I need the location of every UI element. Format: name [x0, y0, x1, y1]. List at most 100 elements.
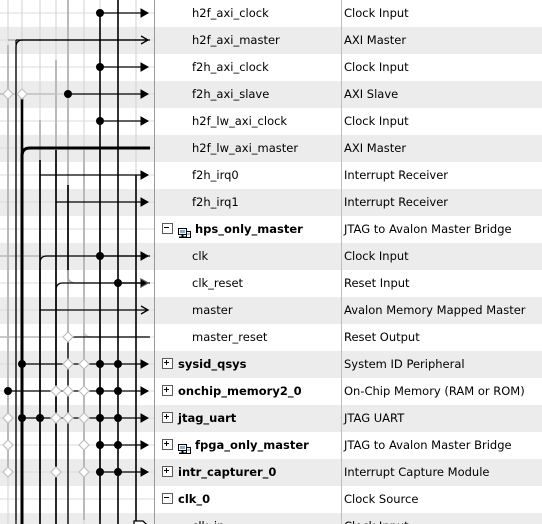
row-connection-gutter[interactable] — [0, 81, 155, 108]
system-contents-connections-panel: h2f_axi_clock Clock Input h2f_axi_master AX… — [0, 0, 542, 524]
table-row[interactable]: clk Clock Input — [0, 243, 542, 270]
table-row[interactable]: master_reset Reset Output — [0, 324, 542, 351]
row-description-cell: Interrupt Receiver — [344, 195, 449, 209]
table-row[interactable]: clk_0 Clock Source — [0, 486, 542, 513]
row-name-label: master — [192, 303, 233, 317]
collapse-icon[interactable] — [162, 223, 173, 234]
row-connection-gutter[interactable] — [0, 378, 155, 405]
row-name-label: intr_capturer_0 — [178, 465, 277, 479]
row-name-label: f2h_axi_clock — [192, 60, 269, 74]
module-name-cell[interactable]: jtag_uart — [155, 405, 347, 432]
row-description-cell: Interrupt Receiver — [344, 168, 449, 182]
table-row[interactable]: f2h_irq0 Interrupt Receiver — [0, 162, 542, 189]
table-row[interactable]: f2h_axi_clock Clock Input — [0, 54, 542, 81]
row-description-cell: Clock Input — [344, 60, 409, 74]
module-name-cell[interactable]: clk_0 — [155, 486, 347, 513]
connections-table[interactable]: h2f_axi_clock Clock Input h2f_axi_master AX… — [0, 0, 542, 524]
table-row[interactable]: intr_capturer_0 Interrupt Capture Module — [0, 459, 542, 486]
expand-icon[interactable] — [162, 385, 173, 396]
row-connection-gutter[interactable] — [0, 324, 155, 351]
module-name-cell[interactable]: hps_only_master — [155, 216, 347, 243]
row-name-label: f2h_axi_slave — [192, 87, 270, 101]
expand-icon[interactable] — [162, 466, 173, 477]
row-name-label: f2h_irq1 — [192, 195, 239, 209]
row-connection-gutter[interactable] — [0, 162, 155, 189]
table-row[interactable]: h2f_axi_clock Clock Input — [0, 0, 542, 27]
row-connection-gutter[interactable] — [0, 108, 155, 135]
table-row[interactable]: master Avalon Memory Mapped Master — [0, 297, 542, 324]
row-name-label: clk — [192, 249, 209, 263]
row-connection-gutter[interactable] — [0, 297, 155, 324]
row-connection-gutter[interactable] — [0, 189, 155, 216]
table-row[interactable]: fpga_only_master JTAG to Avalon Master Br… — [0, 432, 542, 459]
expand-icon[interactable] — [162, 439, 173, 450]
row-connection-gutter[interactable] — [0, 27, 155, 54]
row-name-label: h2f_axi_clock — [192, 6, 269, 20]
row-connection-gutter[interactable] — [0, 135, 155, 162]
row-connection-gutter[interactable] — [0, 270, 155, 297]
row-description-cell: Reset Input — [344, 276, 410, 290]
row-description-cell: On-Chip Memory (RAM or ROM) — [344, 384, 525, 398]
module-name-cell[interactable]: onchip_memory2_0 — [155, 378, 347, 405]
row-name-label: sysid_qsys — [178, 357, 247, 371]
graph-column-separator — [154, 0, 155, 524]
row-connection-gutter[interactable] — [0, 54, 155, 81]
row-connection-gutter[interactable] — [0, 405, 155, 432]
row-description-cell: Avalon Memory Mapped Master — [344, 303, 526, 317]
table-row[interactable]: f2h_axi_slave AXI Slave — [0, 81, 542, 108]
module-name-cell[interactable]: sysid_qsys — [155, 351, 347, 378]
row-description-cell: JTAG to Avalon Master Bridge — [344, 222, 512, 236]
table-row[interactable]: f2h_irq1 Interrupt Receiver — [0, 189, 542, 216]
row-description-cell: Clock Input — [344, 6, 409, 20]
row-connection-gutter[interactable] — [0, 432, 155, 459]
row-connection-gutter[interactable] — [0, 0, 155, 27]
row-description-cell: Clock Input — [342, 513, 542, 524]
collapse-icon[interactable] — [162, 493, 173, 504]
table-row[interactable]: jtag_uart JTAG UART — [0, 405, 542, 432]
row-name-label: clk_in — [192, 519, 224, 524]
row-description-cell: JTAG to Avalon Master Bridge — [344, 438, 512, 452]
row-description-cell: JTAG UART — [344, 411, 405, 425]
row-name-label: onchip_memory2_0 — [178, 384, 302, 398]
bridge-icon — [178, 223, 191, 238]
table-row[interactable]: clk_reset Reset Input — [0, 270, 542, 297]
table-row[interactable]: clk_in Clock Input — [0, 513, 542, 524]
module-name-cell[interactable]: intr_capturer_0 — [155, 459, 347, 486]
table-row[interactable]: h2f_lw_axi_clock Clock Input — [0, 108, 542, 135]
row-name-label: h2f_lw_axi_clock — [192, 114, 288, 128]
name-column-separator — [341, 0, 342, 524]
row-connection-gutter[interactable] — [0, 243, 155, 270]
row-connection-gutter[interactable] — [0, 216, 155, 243]
row-name-label: h2f_lw_axi_master — [192, 141, 299, 155]
row-description-cell: Clock Source — [344, 492, 419, 506]
row-name-label: clk_reset — [192, 276, 244, 290]
row-description-cell: Clock Input — [344, 114, 409, 128]
row-name-label: master_reset — [192, 330, 268, 344]
row-connection-gutter[interactable] — [0, 486, 155, 513]
table-row[interactable]: onchip_memory2_0 On-Chip Memory (RAM or R… — [0, 378, 542, 405]
table-row[interactable]: hps_only_master JTAG to Avalon Master Bri… — [0, 216, 542, 243]
row-description-cell: Clock Input — [344, 249, 409, 263]
module-name-cell[interactable]: fpga_only_master — [155, 432, 347, 459]
row-description-cell: AXI Master — [344, 141, 407, 155]
table-row[interactable]: sysid_qsys System ID Peripheral — [0, 351, 542, 378]
row-name-label: clk_0 — [178, 492, 211, 506]
table-row[interactable]: h2f_axi_master AXI Master — [0, 27, 542, 54]
row-description-cell: Reset Output — [344, 330, 420, 344]
row-description-cell: Interrupt Capture Module — [344, 465, 490, 479]
row-description-cell: System ID Peripheral — [344, 357, 465, 371]
row-description-cell: AXI Slave — [344, 87, 399, 101]
row-name-label: jtag_uart — [178, 411, 237, 425]
row-description-cell: AXI Master — [344, 33, 407, 47]
row-name-label: h2f_axi_master — [192, 33, 280, 47]
bridge-icon — [178, 439, 191, 454]
row-name-label: hps_only_master — [195, 222, 303, 236]
row-name-label: f2h_irq0 — [192, 168, 239, 182]
row-name-label: fpga_only_master — [195, 438, 309, 452]
row-connection-gutter[interactable] — [0, 459, 155, 486]
row-connection-gutter[interactable] — [0, 513, 155, 524]
row-connection-gutter[interactable] — [0, 351, 155, 378]
table-row[interactable]: h2f_lw_axi_master AXI Master — [0, 135, 542, 162]
expand-icon[interactable] — [162, 358, 173, 369]
expand-icon[interactable] — [162, 412, 173, 423]
